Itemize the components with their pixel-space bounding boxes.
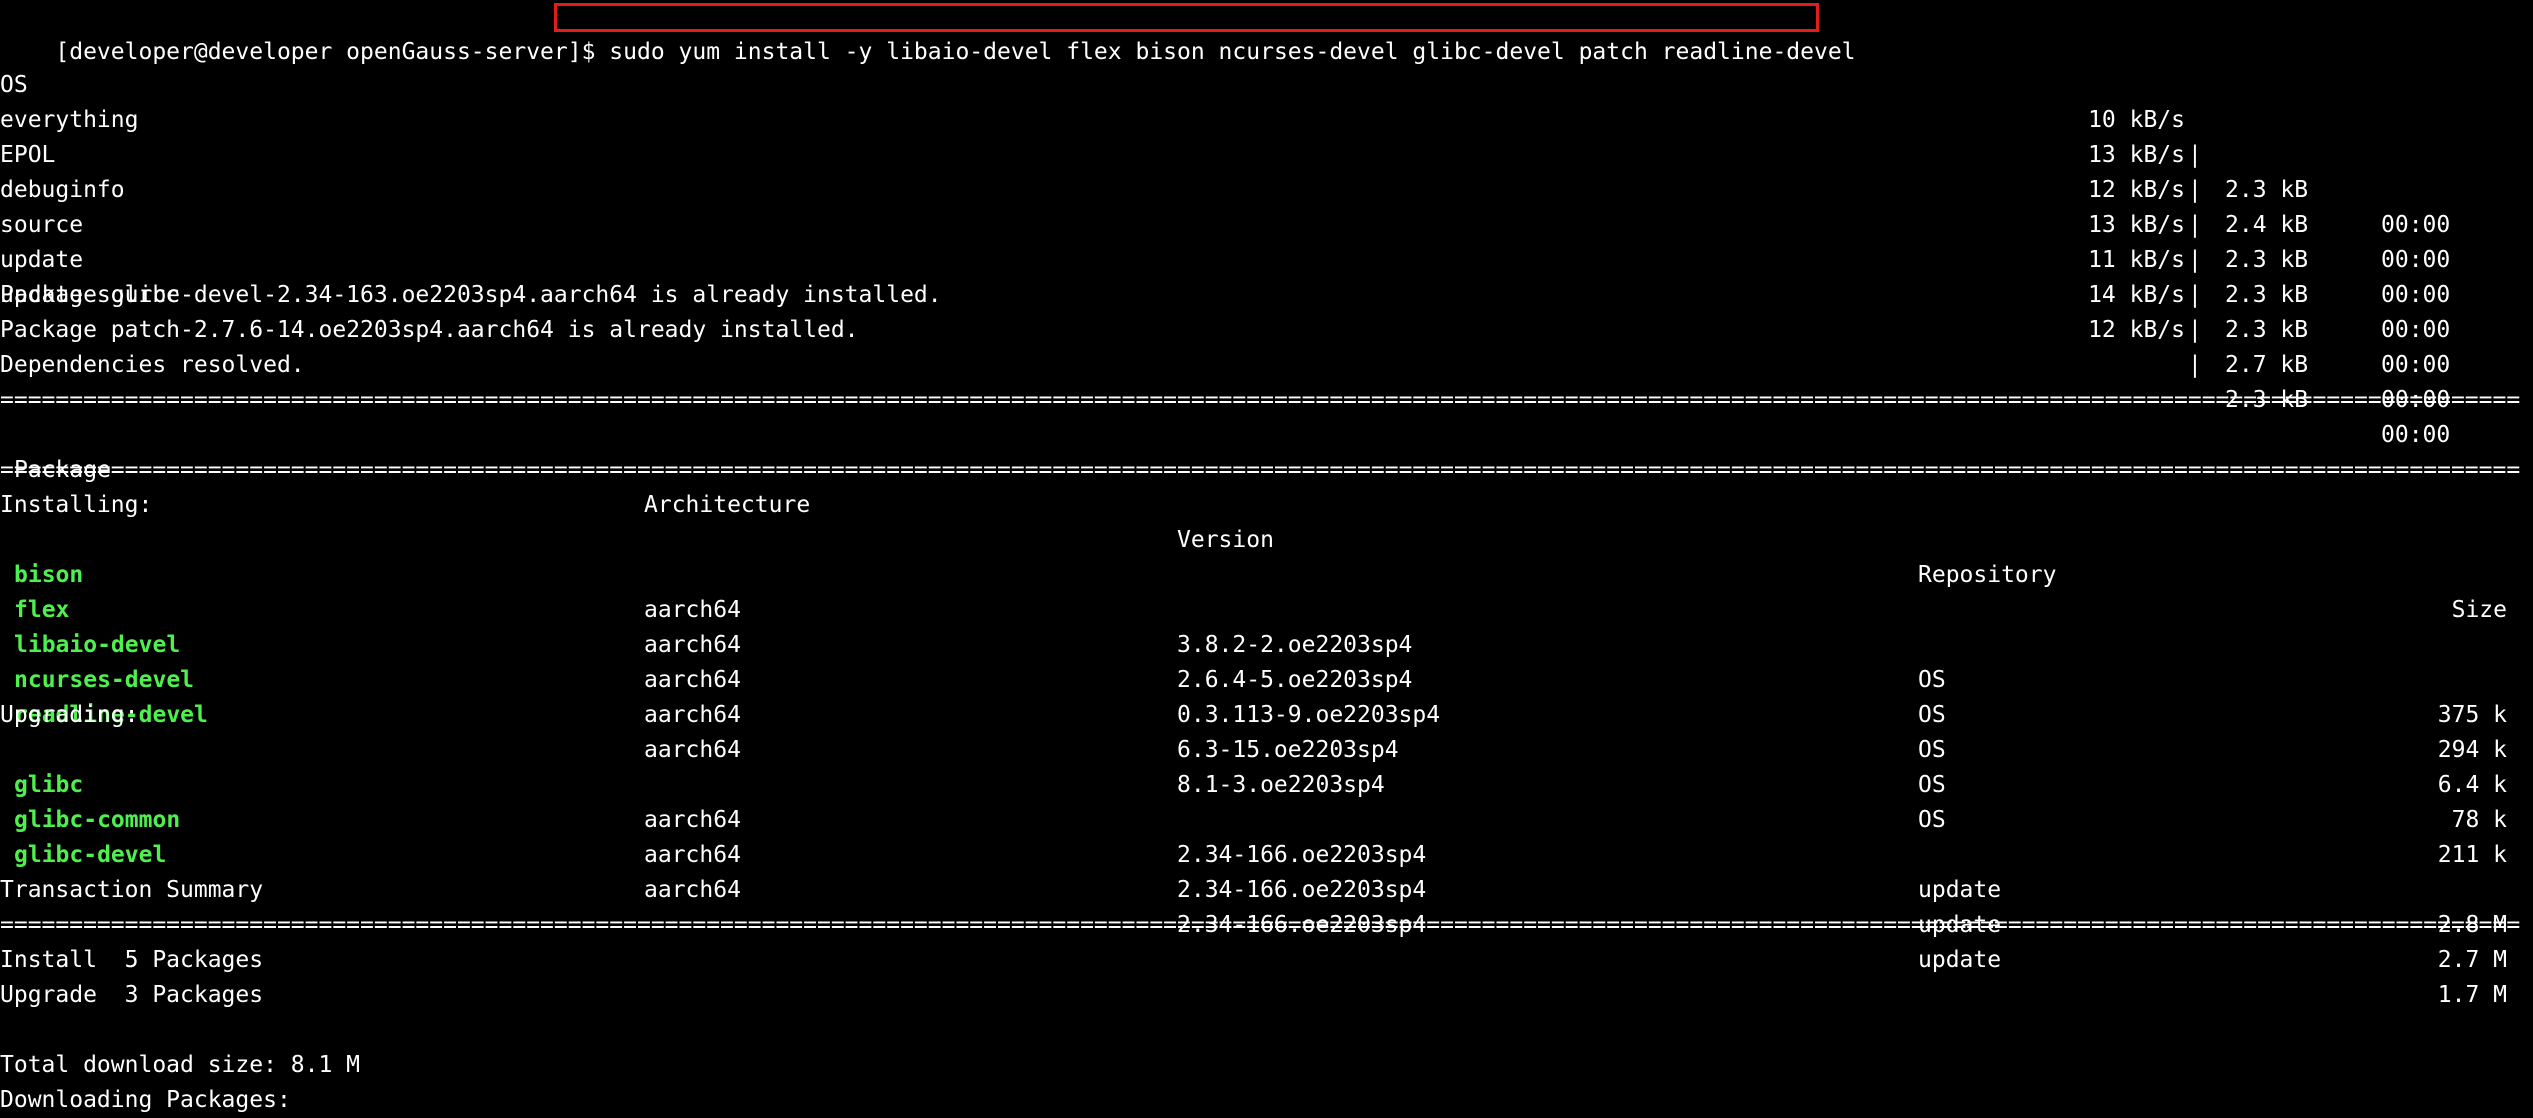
package-repo: OS: [1918, 702, 1946, 728]
terminal-window[interactable]: [developer@developer openGauss-server]$ …: [0, 0, 2533, 1113]
summary-upgrade: Upgrade 3 Packages: [0, 982, 264, 1008]
header-architecture: Architecture: [644, 492, 811, 518]
repo-row: update-source 12 kB/s | 2.3 kB 00:00: [0, 243, 2533, 448]
repo-rate: 14 kB/s: [2088, 282, 2185, 308]
table-row: bison aarch64 3.8.2-2.oe2203sp4 OS 375 k: [0, 523, 2533, 728]
installing-label: Installing:: [0, 492, 153, 518]
repo-separator: |: [2188, 317, 2202, 343]
table-row: readline-devel aarch64 8.1-3.oe2203sp4 O…: [0, 663, 2533, 868]
repo-row: OS 10 kB/s | 2.3 kB 00:00: [0, 33, 2533, 238]
package-arch: aarch64: [644, 842, 741, 868]
table-row: glibc-devel aarch64 2.34-166.oe2203sp4 u…: [0, 803, 2533, 1008]
repo-row: source 11 kB/s | 2.3 kB 00:00: [0, 173, 2533, 378]
repo-row: debuginfo 13 kB/s | 2.3 kB 00:00: [0, 138, 2533, 343]
repo-rate: 12 kB/s: [2088, 317, 2185, 343]
repo-time: 00:00: [2381, 317, 2451, 343]
package-arch: aarch64: [644, 877, 741, 903]
package-version: 0.3.113-9.oe2203sp4: [1177, 702, 1441, 728]
repo-size: 2.3 kB: [2225, 317, 2309, 343]
total-download-size: Total download size: 8.1 M: [0, 1052, 361, 1078]
upgrading-label: Upgrading:: [0, 702, 139, 728]
repo-separator: |: [2188, 282, 2202, 308]
package-size: 211 k: [2437, 842, 2507, 868]
package-version: 2.34-166.oe2203sp4: [1177, 877, 1427, 903]
package-arch: aarch64: [644, 702, 741, 728]
repo-row: everything 13 kB/s | 2.4 kB 00:00: [0, 68, 2533, 273]
repo-time: 00:00: [2381, 282, 2451, 308]
separator-rule: ========================================…: [0, 457, 2521, 483]
repo-row: update 14 kB/s | 2.7 kB 00:00: [0, 208, 2533, 413]
repo-separator: |: [2188, 352, 2202, 378]
summary-install: Install 5 Packages: [0, 947, 264, 973]
package-size: 2.7 M: [2437, 947, 2507, 973]
package-version: 2.34-166.oe2203sp4: [1177, 842, 1427, 868]
repo-time: 00:00: [2381, 352, 2451, 378]
separator-rule: ========================================…: [0, 387, 2521, 413]
command-highlight-box: [554, 3, 1819, 32]
table-row: flex aarch64 2.6.4-5.oe2203sp4 OS 294 k: [0, 558, 2533, 763]
package-repo: update: [1918, 877, 2002, 903]
repo-row: EPOL 12 kB/s | 2.3 kB 00:00: [0, 103, 2533, 308]
summary-title: Transaction Summary: [0, 877, 264, 903]
message-line: Dependencies resolved.: [0, 352, 305, 378]
table-row: glibc aarch64 2.34-166.oe2203sp4 update …: [0, 733, 2533, 938]
package-repo: update: [1918, 947, 2002, 973]
table-row: ncurses-devel aarch64 6.3-15.oe2203sp4 O…: [0, 628, 2533, 833]
repo-size: 2.3 kB: [2225, 282, 2309, 308]
downloading-status: Downloading Packages:: [0, 1087, 291, 1113]
repo-size: 2.7 kB: [2225, 352, 2309, 378]
package-name: glibc-devel: [14, 842, 167, 868]
table-header-row: Package Architecture Version Repository …: [0, 418, 2533, 623]
package-size: 375 k: [2437, 702, 2507, 728]
message-line: Package glibc-devel-2.34-163.oe2203sp4.a…: [0, 282, 942, 308]
table-row: glibc-common aarch64 2.34-166.oe2203sp4 …: [0, 768, 2533, 973]
table-row: libaio-devel aarch64 0.3.113-9.oe2203sp4…: [0, 593, 2533, 798]
separator-rule: ========================================…: [0, 912, 2521, 938]
package-size: 1.7 M: [2437, 982, 2507, 1008]
message-line: Package patch-2.7.6-14.oe2203sp4.aarch64…: [0, 317, 859, 343]
